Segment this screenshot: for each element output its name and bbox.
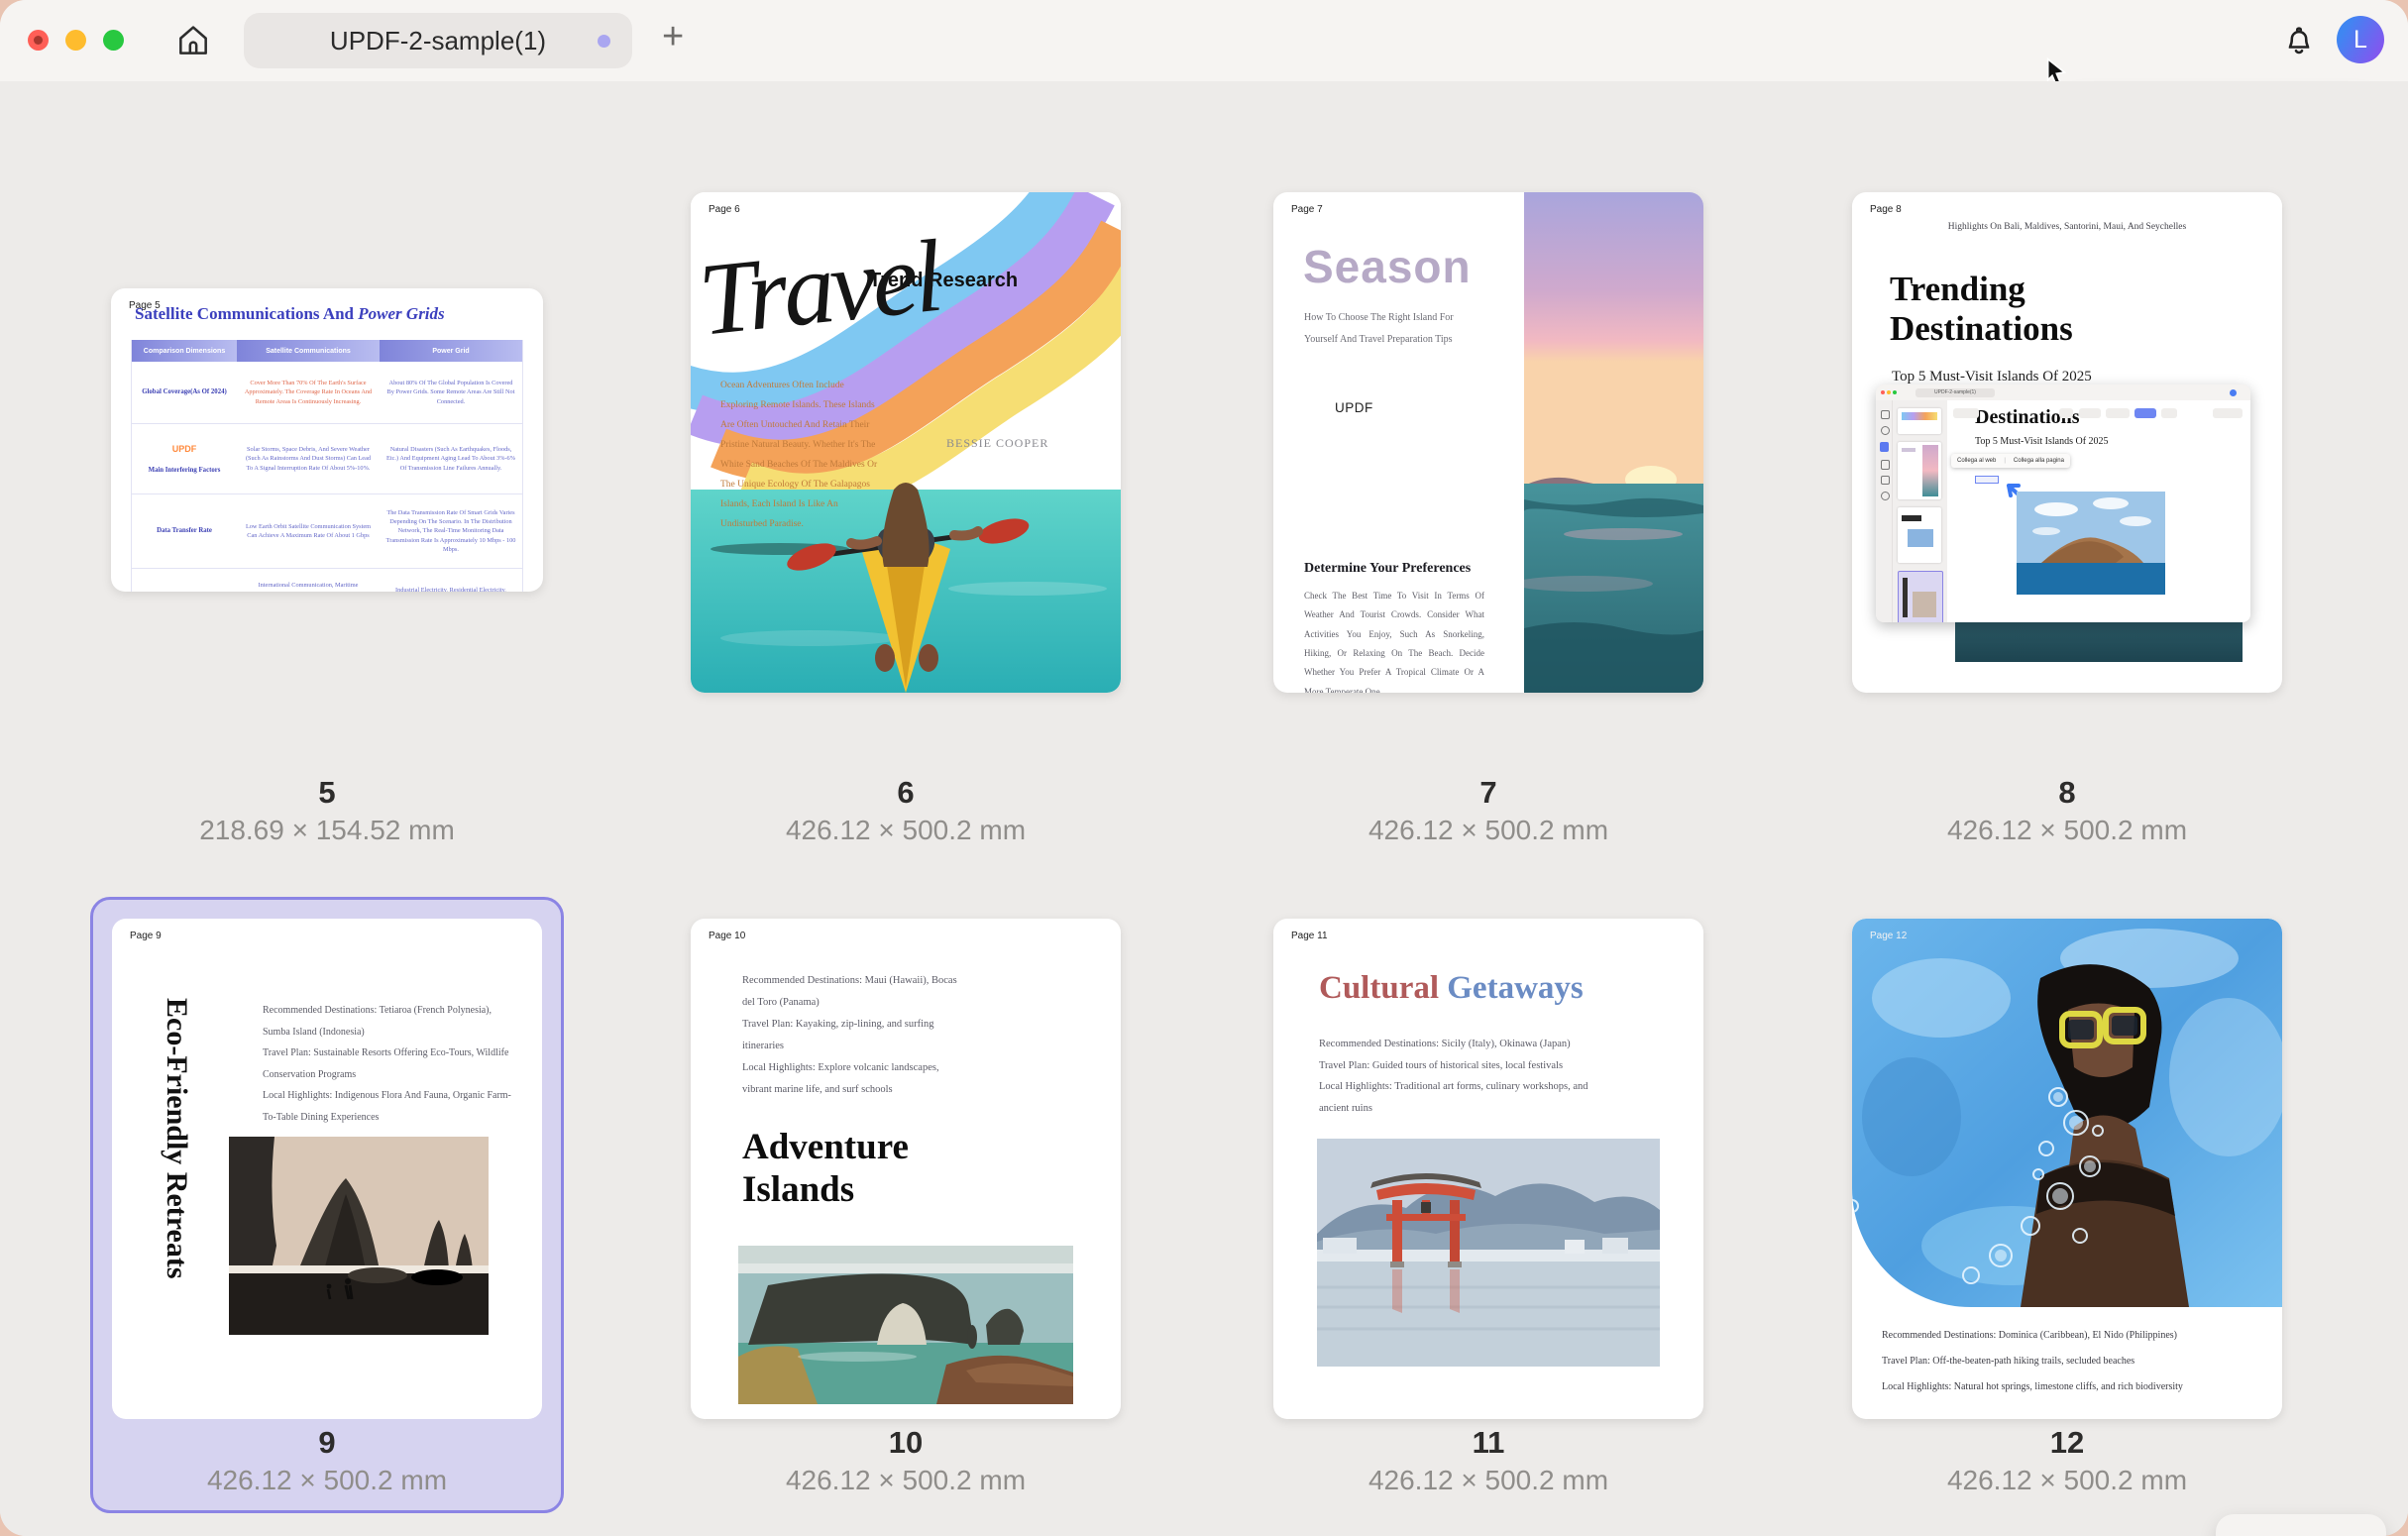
page-label: Page 8 [1870,204,1902,215]
doc-title: Eco-Friendly Retreats [160,998,193,1335]
doc-lines: Recommended Destinations: Tetiaroa (Fren… [263,1000,518,1128]
page-thumbnail-10[interactable]: Page 10 Recommended Destinations: Maui (… [691,919,1121,1419]
table-cell: UPDF Main Interfering Factors [132,424,237,494]
table-cell: International Communication, Maritime Co… [237,569,380,592]
doc-title: Satellite Communications And Power Grids [135,304,445,324]
table-cell: Solar Storms, Space Debris, And Severe W… [237,424,380,494]
doc-author: BESSIE COOPER [946,436,1048,451]
page-thumbnail-7[interactable]: Page 7 Season How To Choose The Right Is… [1273,192,1703,693]
table-cell: Industrial Electricity, Residential Elec… [380,569,522,592]
page-number: 10 [691,1425,1121,1461]
table-cell: Natural Disasters (Such As Earthquakes, … [380,424,522,494]
document-tab[interactable]: UPDF-2-sample(1) [244,13,632,68]
page-thumbnail-9[interactable]: Page 9 Eco-Friendly Retreats Recommended… [112,919,542,1419]
table-cell: The Data Transmission Rate Of Smart Grid… [380,494,522,569]
coast-photo [229,1137,489,1335]
doc-title: Trending Destinations [1890,270,2147,350]
page-number: 12 [1852,1425,2282,1461]
doc-body: Check The Best Time To Visit In Terms Of… [1304,587,1484,693]
page-number: 11 [1273,1425,1703,1461]
page-label: Page 10 [709,931,745,941]
app-window: UPDF-2-sample(1) + L ? Selezione multipl… [0,0,2408,1536]
zoom-in-button[interactable]: + [2333,1529,2353,1536]
maximize-button[interactable] [103,30,124,51]
zoom-controls: − + [2216,1514,2386,1536]
updf-logo: UPDF [172,443,197,456]
page-dimensions: 426.12 × 500.2 mm [1273,815,1703,846]
page-thumbnail-12[interactable]: Page 12 Recommended Destinations: Domini… [1852,919,2282,1419]
page-dimensions: 426.12 × 500.2 mm [1852,815,2282,846]
page-thumbnail-8[interactable]: Page 8 Highlights On Bali, Maldives, San… [1852,192,2282,693]
table-cell: About 80% Of The Global Population Is Co… [380,362,522,424]
page-thumbnail-5[interactable]: Page 5 Satellite Communications And Powe… [111,288,543,592]
close-button[interactable] [28,30,49,51]
table-cell: Cover More Than 70% Of The Earth's Surfa… [237,362,380,424]
doc-brand: UPDF [1335,400,1373,415]
embedded-screenshot: UPDF-2-sample(1) [1876,384,2250,622]
avatar[interactable]: L [2337,16,2384,63]
table-cell: Data Transfer Rate [132,494,237,569]
page-thumbnail-6[interactable]: Page 6 Trend Research Travel Ocean Adven… [691,192,1121,693]
doc-lines: Recommended Destinations: Sicily (Italy)… [1319,1034,1606,1119]
page-number: 7 [1273,775,1703,811]
page-dimensions: 426.12 × 500.2 mm [1852,1465,2282,1496]
torii-photo [1317,1139,1660,1367]
page-dimensions: 218.69 × 154.52 mm [112,815,542,846]
notifications-bell-icon[interactable] [2281,22,2317,62]
page-label: Page 11 [1291,931,1328,941]
doc-heading: Determine Your Preferences [1304,561,1471,577]
avatar-initial: L [2353,26,2367,55]
page-label: Page 7 [1291,204,1323,215]
page-dimensions: 426.12 × 500.2 mm [691,815,1121,846]
page-number: 8 [1852,775,2282,811]
table-header: Satellite Communications [237,340,380,362]
doc-title: Season [1303,240,1472,293]
minimize-button[interactable] [65,30,86,51]
island-photo [2017,492,2165,595]
sunset-photo [1524,192,1703,693]
page-number: 5 [112,775,542,811]
embed-tab: UPDF-2-sample(1) [1915,388,1995,397]
table-cell: Global Coverage(As Of 2024) [132,362,237,424]
page-dimensions: 426.12 × 500.2 mm [691,1465,1121,1496]
doc-lines: Recommended Destinations: Dominica (Cari… [1882,1323,2258,1400]
page-label: Page 9 [130,931,162,941]
doc-header: Highlights On Bali, Maldives, Santorini,… [1852,222,2282,232]
embed-subheading: Top 5 Must-Visit Islands Of 2025 [1975,436,2109,447]
embed-pill-link-page: Collega alla pagina [2014,458,2064,464]
doc-subtitle: How To Choose The Right Island For Yours… [1304,307,1473,351]
page-number: 6 [691,775,1121,811]
doc-title: Adventure Islands [742,1127,960,1211]
doc-subtitle: Top 5 Must-Visit Islands Of 2025 [1892,369,2092,385]
embed-pill-link-web: Collega al web [1957,458,1996,464]
document-tab-title: UPDF-2-sample(1) [330,26,546,56]
page-dimensions: 426.12 × 500.2 mm [112,1465,542,1496]
table-header: Power Grid [380,340,522,362]
arch-photo [738,1246,1073,1404]
page-label: Page 6 [709,204,740,215]
doc-body: Ocean Adventures Often Include Exploring… [720,377,879,535]
doc-table: Comparison Dimensions Satellite Communic… [131,340,523,592]
sea-strip-photo [1955,618,2243,662]
page-number: 9 [112,1425,542,1461]
page-thumbnail-11[interactable]: Page 11 Cultural Getaways Recommended De… [1273,919,1703,1419]
new-tab-button[interactable]: + [662,16,684,58]
home-icon[interactable] [174,22,212,59]
page-label: Page 12 [1870,931,1907,941]
page-label: Page 5 [129,300,161,311]
table-cell: Application Areas [132,569,237,592]
unsaved-dot-icon [598,35,610,48]
doc-title: Cultural Getaways [1319,970,1584,1007]
table-header: Comparison Dimensions [132,340,237,362]
table-cell: Low Earth Orbit Satellite Communication … [237,494,380,569]
doc-lines: Recommended Destinations: Maui (Hawaii),… [742,970,970,1101]
page-dimensions: 426.12 × 500.2 mm [1273,1465,1703,1496]
underwater-photo [1852,919,2282,1307]
page-organizer-grid: Page 5 Satellite Communications And Powe… [0,81,2408,1536]
zoom-out-button[interactable]: − [2247,1529,2268,1536]
